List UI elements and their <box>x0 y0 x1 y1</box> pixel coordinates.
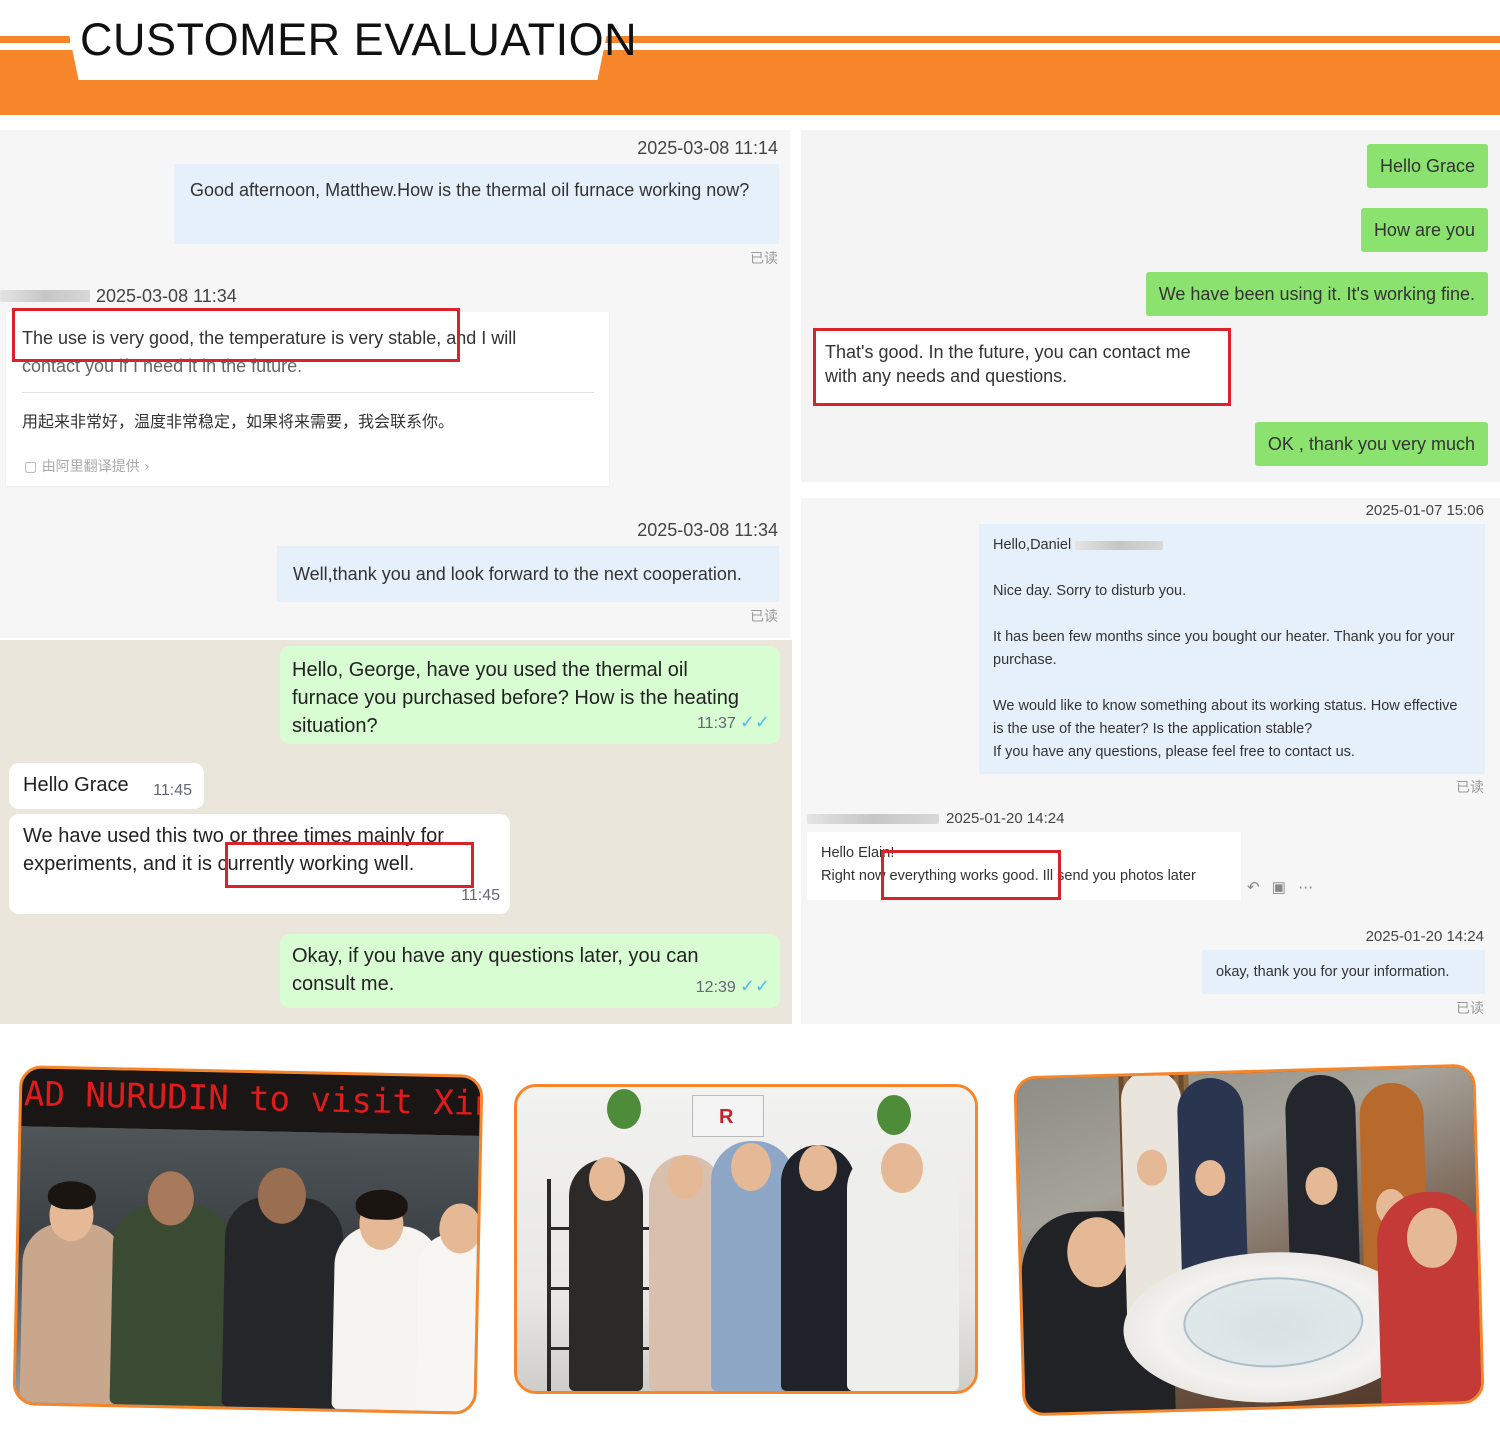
company-logo-icon: R <box>719 1106 734 1128</box>
sent-message[interactable]: Hello, George, have you used the thermal… <box>280 646 780 744</box>
person-hair <box>355 1189 409 1221</box>
reply-icon[interactable]: ↶ <box>1247 879 1260 896</box>
blurred-name <box>1075 540 1164 550</box>
read-status: 已读 <box>750 250 778 266</box>
chat-panel-a: 2025-03-08 11:14 Good afternoon, Matthew… <box>0 130 790 638</box>
read-status: 已读 <box>750 608 778 624</box>
company-plaque: R <box>692 1095 764 1137</box>
page-title: CUSTOMER EVALUATION <box>80 14 638 65</box>
person-hair <box>47 1180 97 1210</box>
translation-credit: ▢ 由阿里翻译提供 › <box>24 456 150 476</box>
translation-credit-label: 由阿里翻译提供 <box>41 459 140 475</box>
message-text: Hello Grace <box>23 774 129 796</box>
translation-text: 用起来非常好，温度非常稳定，如果将来需要，我会联系你。 <box>22 412 455 431</box>
sent-message[interactable]: Hello,Daniel Nice day. Sorry to disturb … <box>979 524 1485 774</box>
message-paragraph: It has been few months since you bought … <box>993 629 1455 668</box>
led-sign-text: AD NURUDIN to visit Xinrong ! <box>23 1074 484 1126</box>
more-icon[interactable]: ⋯ <box>1298 879 1313 896</box>
person <box>109 1204 234 1407</box>
blurred-sender-name <box>0 290 90 302</box>
received-message[interactable]: Hello Grace 11:45 <box>9 763 204 809</box>
greeting-text: Hello,Daniel <box>993 537 1072 553</box>
double-check-icon: ✓✓ <box>739 712 770 732</box>
photo-office-group: R <box>514 1084 978 1394</box>
photo-dinner-gathering <box>1013 1063 1485 1417</box>
banner-line-right <box>600 36 1500 43</box>
sent-message[interactable]: okay, thank you for your information. <box>1202 950 1485 994</box>
sent-message[interactable]: OK , thank you very much <box>1254 422 1488 466</box>
timestamp: 2025-03-08 11:14 <box>637 138 778 158</box>
timestamp: 2025-01-20 14:24 <box>1365 928 1484 945</box>
message-meta: 12:39 ✓✓ <box>696 972 770 1002</box>
read-status: 已读 <box>1456 1000 1484 1016</box>
person <box>221 1196 344 1409</box>
translate-icon[interactable]: ▣ <box>1272 879 1286 896</box>
sent-message[interactable]: Hello Grace <box>1366 144 1488 188</box>
blurred-sender-name <box>807 814 939 824</box>
double-check-icon: ✓✓ <box>739 976 770 996</box>
message-actions: ↶ ▣ ⋯ <box>1247 878 1313 896</box>
chevron-right-icon: › <box>139 459 150 475</box>
message-text: Okay, if you have any questions later, y… <box>292 945 699 995</box>
message-time: 11:45 <box>153 782 192 799</box>
banner-line-left <box>0 36 70 43</box>
message-paragraph: We would like to know something about it… <box>993 698 1458 737</box>
message-text: Hello, George, have you used the thermal… <box>292 659 739 737</box>
sent-message[interactable]: Good afternoon, Matthew.How is the therm… <box>174 164 779 244</box>
message-greeting: Hello,Daniel <box>993 534 1471 557</box>
led-sign: AD NURUDIN to visit Xinrong ! <box>21 1068 484 1136</box>
sent-message[interactable]: We have been using it. It's working fine… <box>1145 272 1488 316</box>
highlight-box <box>225 842 474 888</box>
message-paragraph: Nice day. Sorry to disturb you. <box>993 583 1187 599</box>
translate-icon: ▢ <box>24 459 42 475</box>
person-head <box>881 1143 923 1193</box>
highlight-box <box>12 308 460 362</box>
message-meta: 11:37 ✓✓ <box>697 708 770 738</box>
chat-panel-d: 2025-01-07 15:06 Hello,Daniel Nice day. … <box>801 498 1500 1024</box>
sent-message[interactable]: How are you <box>1360 208 1488 252</box>
header-banner: CUSTOMER EVALUATION <box>0 0 1500 120</box>
chat-panel-b: Hello, George, have you used the thermal… <box>0 640 792 1024</box>
highlight-box <box>881 850 1061 900</box>
person <box>415 1232 484 1413</box>
message-time: 12:39 <box>695 979 736 996</box>
highlight-box <box>813 328 1231 406</box>
plant <box>877 1095 911 1135</box>
person-head <box>589 1157 625 1201</box>
divider <box>22 392 594 393</box>
timestamp: 2025-01-07 15:06 <box>1365 502 1484 519</box>
person-head <box>799 1145 837 1191</box>
person-head <box>667 1155 703 1199</box>
read-status: 已读 <box>1456 779 1484 795</box>
chat-panel-c: Hello Grace How are you We have been usi… <box>801 130 1500 482</box>
timestamp: 2025-01-20 14:24 <box>946 810 1065 827</box>
plant <box>607 1089 641 1129</box>
message-paragraph: If you have any questions, please feel f… <box>993 744 1355 760</box>
timestamp: 2025-03-08 11:34 <box>637 520 778 540</box>
photo-customer-visit-storefront: AD NURUDIN to visit Xinrong ! <box>12 1065 484 1415</box>
sent-message[interactable]: Well,thank you and look forward to the n… <box>277 546 779 602</box>
person-head <box>731 1143 771 1191</box>
timestamp: 2025-03-08 11:34 <box>96 286 237 306</box>
sent-message[interactable]: Okay, if you have any questions later, y… <box>280 934 780 1008</box>
message-time: 11:37 <box>696 715 736 732</box>
